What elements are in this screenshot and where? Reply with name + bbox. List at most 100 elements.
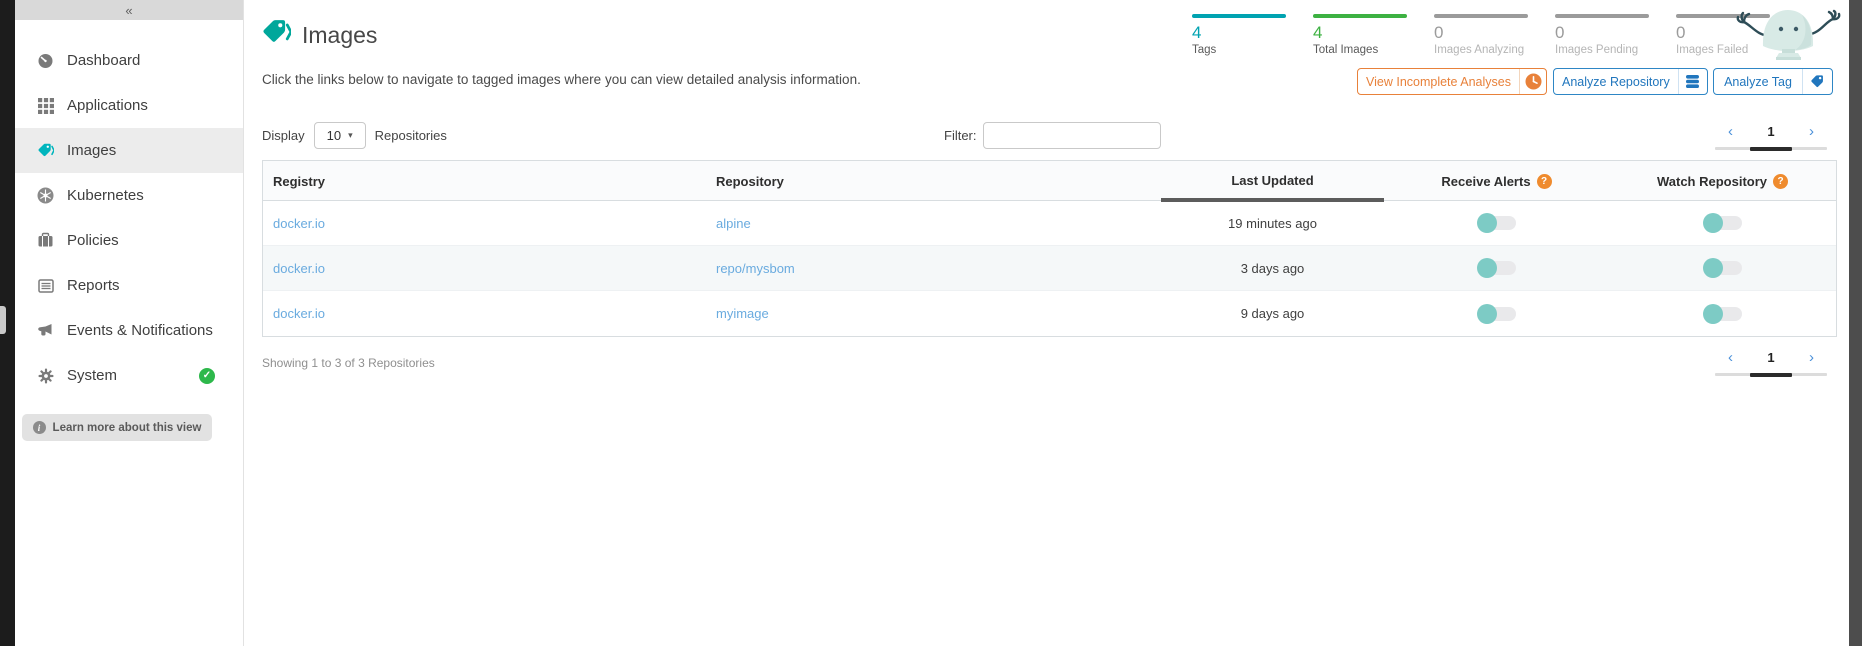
receive-alerts-toggle[interactable]	[1478, 216, 1516, 230]
column-header-repository[interactable]: Repository	[706, 174, 1161, 189]
registry-link[interactable]: docker.io	[273, 216, 325, 231]
toggle-knob	[1703, 213, 1723, 233]
stat-bar	[1555, 14, 1649, 18]
analyze-repository-button[interactable]: Analyze Repository	[1553, 68, 1708, 95]
sidebar-item-images[interactable]: Images	[15, 128, 243, 173]
filter-label: Filter:	[944, 128, 977, 143]
registry-link[interactable]: docker.io	[273, 261, 325, 276]
sidebar: « Dashboard Applications Images	[15, 0, 244, 646]
sidebar-item-label: Events & Notifications	[67, 322, 213, 339]
stat-images-analyzing: 0 Images Analyzing	[1434, 14, 1528, 56]
view-incomplete-analyses-button[interactable]: View Incomplete Analyses	[1357, 68, 1547, 95]
panel-handle[interactable]	[0, 306, 6, 334]
button-label: Analyze Repository	[1554, 75, 1678, 89]
sidebar-collapse-button[interactable]: «	[15, 0, 243, 20]
next-page-button[interactable]: ›	[1809, 350, 1814, 365]
prev-page-button[interactable]: ‹	[1728, 124, 1733, 139]
page-header: Images	[261, 18, 377, 53]
column-header-last-updated[interactable]: Last Updated	[1161, 161, 1384, 201]
sidebar-item-policies[interactable]: Policies	[15, 218, 243, 263]
stat-value: 0	[1434, 23, 1528, 43]
filter-input[interactable]	[983, 122, 1161, 149]
watch-repository-toggle[interactable]	[1704, 216, 1742, 230]
sidebar-item-label: Images	[67, 142, 116, 159]
receive-alerts-toggle[interactable]	[1478, 261, 1516, 275]
stat-images-pending: 0 Images Pending	[1555, 14, 1649, 56]
clock-icon	[1519, 69, 1546, 94]
toggle-knob	[1477, 304, 1497, 324]
toggle-knob	[1703, 304, 1723, 324]
repository-link[interactable]: repo/mysbom	[716, 261, 795, 276]
current-page: 1	[1767, 350, 1774, 365]
sidebar-nav: Dashboard Applications Images Kubernetes	[15, 38, 243, 398]
sidebar-item-label: Policies	[67, 232, 119, 249]
column-header-label: Last Updated	[1231, 173, 1313, 188]
next-page-button[interactable]: ›	[1809, 124, 1814, 139]
table-row: docker.io repo/mysbom 3 days ago	[263, 246, 1836, 291]
stat-total-images: 4 Total Images	[1313, 14, 1407, 56]
sidebar-item-label: Dashboard	[67, 52, 140, 69]
sidebar-item-events-notifications[interactable]: Events & Notifications	[15, 308, 243, 353]
sidebar-item-reports[interactable]: Reports	[15, 263, 243, 308]
sort-indicator	[1161, 198, 1384, 202]
pagination-row: ‹ 1 ›	[1715, 120, 1827, 142]
table-row: docker.io alpine 19 minutes ago	[263, 201, 1836, 246]
check-glyph: ✓	[203, 370, 211, 381]
watch-repository-toggle[interactable]	[1704, 261, 1742, 275]
stat-bar	[1192, 14, 1286, 18]
stat-value: 4	[1313, 23, 1407, 43]
column-header-watch-repository[interactable]: Watch Repository ?	[1609, 174, 1836, 189]
stat-value: 0	[1555, 23, 1649, 43]
toggle-knob	[1477, 258, 1497, 278]
page-title: Images	[302, 22, 377, 49]
table-summary: Showing 1 to 3 of 3 Repositories	[262, 356, 435, 370]
learn-more-button[interactable]: i Learn more about this view	[22, 414, 212, 441]
analyze-tag-button[interactable]: Analyze Tag	[1713, 68, 1833, 95]
stat-value: 4	[1192, 23, 1286, 43]
last-updated-value: 19 minutes ago	[1161, 216, 1384, 231]
table-row: docker.io myimage 9 days ago	[263, 291, 1836, 336]
page-size-select[interactable]: 10 ▾	[314, 122, 366, 149]
column-header-receive-alerts[interactable]: Receive Alerts ?	[1384, 174, 1609, 189]
system-health-ok-icon: ✓	[199, 368, 215, 384]
repository-link[interactable]: myimage	[716, 306, 769, 321]
stat-label: Tags	[1192, 44, 1286, 56]
watch-repository-toggle[interactable]	[1704, 307, 1742, 321]
sidebar-item-label: Reports	[67, 277, 120, 294]
help-icon[interactable]: ?	[1537, 174, 1552, 189]
repository-link[interactable]: alpine	[716, 216, 751, 231]
learn-more-label: Learn more about this view	[53, 422, 202, 434]
pagination-top: ‹ 1 ›	[1715, 120, 1827, 150]
sidebar-item-system[interactable]: System ✓	[15, 353, 243, 398]
gauge-icon	[37, 52, 54, 69]
megaphone-icon	[37, 322, 54, 339]
scrollbar[interactable]	[1849, 0, 1862, 646]
sidebar-item-label: Kubernetes	[67, 187, 144, 204]
pagination-thumb	[1750, 373, 1793, 377]
database-icon	[1678, 69, 1707, 94]
app-window: « Dashboard Applications Images	[0, 0, 1862, 646]
stat-label: Images Analyzing	[1434, 44, 1528, 56]
prev-page-button[interactable]: ‹	[1728, 350, 1733, 365]
toggle-knob	[1703, 258, 1723, 278]
pagination-track	[1715, 147, 1827, 150]
registry-link[interactable]: docker.io	[273, 306, 325, 321]
info-icon: i	[33, 421, 46, 434]
sidebar-item-applications[interactable]: Applications	[15, 83, 243, 128]
stat-label: Images Pending	[1555, 44, 1649, 56]
column-header-label: Receive Alerts	[1441, 174, 1530, 189]
help-icon[interactable]: ?	[1773, 174, 1788, 189]
display-suffix: Repositories	[375, 128, 447, 143]
button-label: Analyze Tag	[1714, 75, 1802, 89]
toggle-knob	[1477, 213, 1497, 233]
kubernetes-icon	[37, 187, 54, 204]
column-header-registry[interactable]: Registry	[263, 174, 706, 189]
column-header-label: Watch Repository	[1657, 174, 1767, 189]
button-label: View Incomplete Analyses	[1358, 75, 1519, 89]
receive-alerts-toggle[interactable]	[1478, 307, 1516, 321]
stat-bar	[1434, 14, 1528, 18]
sidebar-item-dashboard[interactable]: Dashboard	[15, 38, 243, 83]
page-description: Click the links below to navigate to tag…	[262, 72, 861, 87]
images-tags-icon	[261, 18, 291, 53]
sidebar-item-kubernetes[interactable]: Kubernetes	[15, 173, 243, 218]
